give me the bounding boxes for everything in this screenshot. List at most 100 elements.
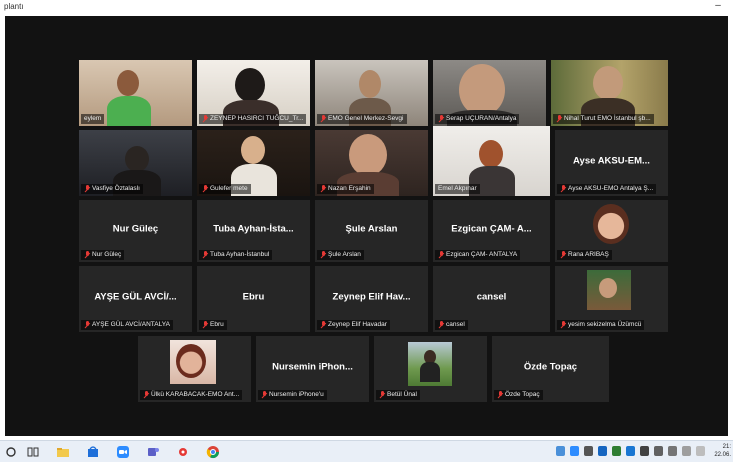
participant-tile[interactable]: eylem <box>79 60 192 126</box>
muted-mic-icon <box>438 321 444 329</box>
participant-tile[interactable]: Vasfiye Öztalaslı <box>79 130 192 196</box>
participant-label: ZEYNEP HASIRCI TUĞCU_Tr... <box>199 114 307 124</box>
task-view-icon[interactable] <box>26 445 40 459</box>
volume-icon[interactable] <box>668 446 677 456</box>
participant-name: Özde Topaç <box>523 361 578 373</box>
participant-label: Şule Arslan <box>317 250 364 260</box>
chrome-icon[interactable] <box>206 445 220 459</box>
zoom-icon[interactable] <box>116 445 130 459</box>
participant-tile[interactable]: cansel cansel <box>433 266 550 332</box>
bluetooth-icon[interactable] <box>598 446 607 456</box>
participant-tile[interactable]: Zeynep Elif Hav... Zeynep Elif Havadar <box>315 266 428 332</box>
muted-mic-icon <box>202 115 208 123</box>
muted-mic-icon <box>320 115 326 123</box>
participant-label: Ayse AKSU-EMO Antalya Ş... <box>557 184 657 194</box>
participant-label: Tuba Ayhan-İstanbul <box>199 250 273 260</box>
participant-name: Nur Güleç <box>112 223 159 235</box>
muted-mic-icon <box>84 321 90 329</box>
participant-label: Vasfiye Öztalaslı <box>81 184 143 194</box>
participant-tile[interactable]: AYŞE GÜL AVCİ/... AYŞE GÜL AVCİ/ANTALYA <box>79 266 192 332</box>
search-icon[interactable] <box>4 445 18 459</box>
network-icon[interactable] <box>556 446 565 456</box>
participant-tile[interactable]: Ezgican ÇAM- A... Ezgican ÇAM- ANTALYA <box>433 200 550 262</box>
participant-tile[interactable]: ZEYNEP HASIRCI TUĞCU_Tr... <box>197 60 310 126</box>
clock-date: 22.06. <box>714 452 731 458</box>
teams-icon[interactable] <box>146 445 160 459</box>
taskbar: 21: 22.06. <box>0 440 733 462</box>
app-tray-icon[interactable] <box>626 446 635 456</box>
participant-label: Ebru <box>199 320 227 330</box>
participant-label: cansel <box>435 320 468 330</box>
app-tray-icon[interactable] <box>584 446 593 456</box>
participant-label: Ülkü KARABACAK-EMO Ant... <box>140 390 243 400</box>
clock-time: 21: <box>722 444 731 450</box>
participant-tile[interactable]: Serap UÇURAN/Antalya <box>433 60 546 126</box>
muted-mic-icon <box>497 391 503 399</box>
muted-mic-icon <box>560 185 566 193</box>
participant-tile[interactable]: EMO Genel Merkez-Sevgi <box>315 60 428 126</box>
muted-mic-icon <box>261 391 267 399</box>
muted-mic-icon <box>320 321 326 329</box>
participant-label: Nihal Turut EMO İstanbul şb... <box>553 114 654 124</box>
participant-label: Betül Ünal <box>376 390 420 400</box>
participant-tile[interactable]: Ebru Ebru <box>197 266 310 332</box>
participant-name: Ayse AKSU-EM... <box>573 155 650 167</box>
participant-tile[interactable]: Ülkü KARABACAK-EMO Ant... <box>138 336 251 402</box>
participant-tile[interactable]: Tuba Ayhan-İsta... Tuba Ayhan-İstanbul <box>197 200 310 262</box>
participant-label: Nazan Erşahin <box>317 184 374 194</box>
participant-tile[interactable]: Şule Arslan Şule Arslan <box>315 200 428 262</box>
participant-label: Ezgican ÇAM- ANTALYA <box>435 250 521 260</box>
clock[interactable]: 21: 22.06. <box>714 443 731 459</box>
battery-icon[interactable] <box>640 446 649 456</box>
participant-label: Emel Akpınar <box>435 184 480 194</box>
participant-tile[interactable]: Gulefer mete <box>197 130 310 196</box>
wifi-icon[interactable] <box>654 446 663 456</box>
participant-label: Zeynep Elif Havadar <box>317 320 390 330</box>
participant-tile[interactable]: Rana ARIBAŞ <box>555 200 668 262</box>
participant-name: Tuba Ayhan-İsta... <box>213 223 294 235</box>
participant-label: Nur Güleç <box>81 250 125 260</box>
muted-mic-icon <box>202 251 208 259</box>
file-explorer-icon[interactable] <box>56 445 70 459</box>
muted-mic-icon <box>438 251 444 259</box>
participant-name: cansel <box>476 291 507 303</box>
muted-mic-icon <box>556 115 562 123</box>
minimize-button[interactable]: – <box>711 0 725 14</box>
participant-tile[interactable]: Betül Ünal <box>374 336 487 402</box>
participant-name: Ezgican ÇAM- A... <box>451 223 532 235</box>
participant-label: eylem <box>81 114 105 124</box>
muted-mic-icon <box>84 185 90 193</box>
window-title: plantı <box>4 2 24 11</box>
participant-label: Gulefer mete <box>199 184 251 194</box>
muted-mic-icon <box>84 251 90 259</box>
muted-mic-icon <box>202 185 208 193</box>
muted-mic-icon <box>202 321 208 329</box>
participant-label: yesim sekizelma Üzümcü <box>557 320 645 330</box>
participant-tile[interactable]: Ayse AKSU-EM... Ayse AKSU-EMO Antalya Ş.… <box>555 130 668 196</box>
language-icon[interactable] <box>696 446 705 456</box>
participant-tile[interactable]: Nihal Turut EMO İstanbul şb... <box>551 60 668 126</box>
mic-tray-icon[interactable] <box>682 446 691 456</box>
gallery-view: eylem ZEYNEP HASIRCI TUĞCU_Tr... EMO Gen… <box>5 16 728 436</box>
participant-label: Rana ARIBAŞ <box>557 250 612 260</box>
participant-tile[interactable]: Nursemin iPhon... Nursemin iPhone'u <box>256 336 369 402</box>
app-tray-icon[interactable] <box>612 446 621 456</box>
participant-tile[interactable]: Nazan Erşahin <box>315 130 428 196</box>
active-speaker-tile[interactable]: Emel Akpınar <box>433 126 550 196</box>
participant-name: Şule Arslan <box>345 223 398 235</box>
participant-tile[interactable]: yesim sekizelma Üzümcü <box>555 266 668 332</box>
store-icon[interactable] <box>86 445 100 459</box>
participant-tile[interactable]: Özde Topaç Özde Topaç <box>492 336 609 402</box>
participant-name: Nursemin iPhon... <box>272 361 353 373</box>
participant-tile[interactable]: Nur Güleç Nur Güleç <box>79 200 192 262</box>
participant-name: AYŞE GÜL AVCİ/... <box>94 291 177 303</box>
title-bar: plantı – <box>0 0 733 14</box>
muted-mic-icon <box>560 251 566 259</box>
participant-label: AYŞE GÜL AVCİ/ANTALYA <box>81 320 173 330</box>
zoom-tray-icon[interactable] <box>570 446 579 456</box>
muted-mic-icon <box>379 391 385 399</box>
participant-name: Zeynep Elif Hav... <box>332 291 411 303</box>
participant-label: EMO Genel Merkez-Sevgi <box>317 114 407 124</box>
settings-icon[interactable] <box>176 445 190 459</box>
participant-label: Serap UÇURAN/Antalya <box>435 114 520 124</box>
